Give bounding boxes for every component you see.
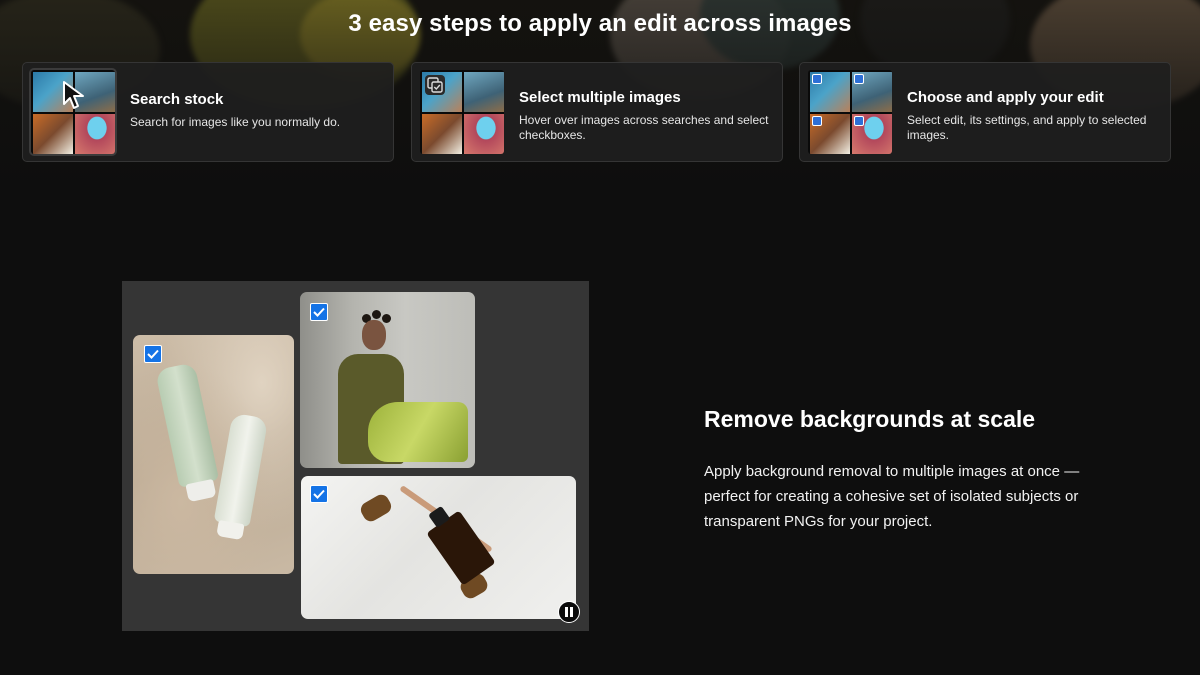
section-headline: 3 easy steps to apply an edit across ima… [348, 10, 852, 37]
checkbox-checked-icon [854, 74, 864, 84]
steps-row: Search stock Search for images like you … [22, 62, 1174, 163]
checkbox-checked-icon[interactable] [144, 345, 162, 363]
multi-select-icon [425, 75, 445, 95]
checkbox-checked-icon [812, 116, 822, 126]
face-roller-oil-image [301, 476, 576, 619]
step-title: Choose and apply your edit [907, 89, 1104, 106]
product-tubes-image [133, 335, 294, 574]
feature-title: Remove backgrounds at scale [704, 406, 1036, 432]
step-description: Search for images like you normally do. [130, 115, 341, 129]
step-description: Select edit, its settings, and apply to … [907, 113, 1147, 142]
step-thumbnail [420, 70, 504, 154]
checkbox-checked-icon [812, 74, 822, 84]
cursor-arrow-icon [63, 81, 84, 109]
step-title: Select multiple images [519, 89, 681, 106]
step-thumbnail [31, 70, 115, 154]
feature-description: Apply background removal to multiple ima… [704, 463, 1080, 530]
pause-icon[interactable] [558, 601, 580, 623]
checkbox-checked-icon[interactable] [310, 485, 328, 503]
checkbox-checked-icon [854, 116, 864, 126]
checkbox-checked-icon[interactable] [310, 303, 328, 321]
step-title: Search stock [130, 91, 224, 108]
step-card-apply-edit: Choose and apply your edit Select edit, … [799, 62, 1171, 162]
step-thumbnail [808, 70, 892, 154]
step-card-select-multiple: Select multiple images Hover over images… [411, 62, 783, 162]
step-description: Hover over images across searches and se… [519, 113, 769, 142]
step-card-search-stock: Search stock Search for images like you … [22, 62, 394, 162]
feature-demo-video[interactable] [122, 281, 589, 631]
